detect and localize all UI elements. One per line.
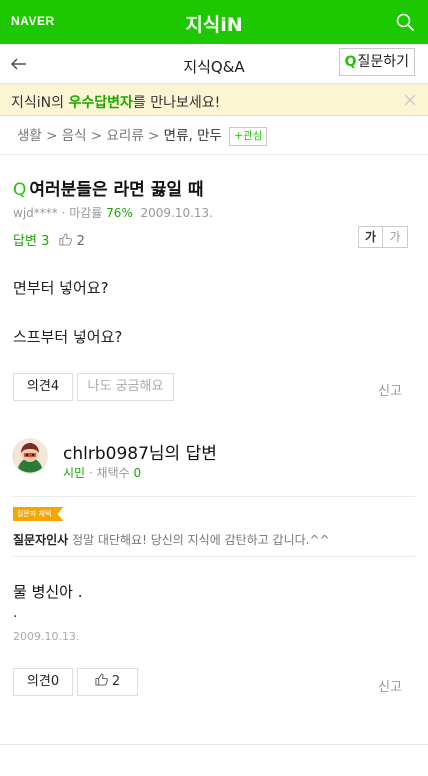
report-answer-link[interactable]: 신고: [378, 676, 402, 695]
question-meta: wjd**** · 마감률 76% 2009.10.13.: [13, 206, 214, 220]
question-author[interactable]: wjd****: [13, 206, 58, 220]
question-body-line: 면부터 넣어요?: [13, 279, 109, 297]
question-opinion-button[interactable]: 의견4: [13, 373, 73, 401]
follow-category-button[interactable]: +관심: [229, 127, 268, 146]
breadcrumb-item[interactable]: 생활: [17, 128, 42, 144]
breadcrumb-item[interactable]: 면류, 만두: [164, 128, 222, 144]
close-rate: 76%: [106, 206, 133, 220]
question-like[interactable]: 2: [59, 233, 85, 249]
ask-question-label: 질문하기: [357, 54, 409, 70]
font-large-button[interactable]: 가: [359, 227, 383, 247]
sub-header: 지식Q&A Q질문하기: [0, 44, 428, 84]
question-q-mark: Q: [13, 180, 27, 200]
app-title[interactable]: 지식iN: [0, 10, 428, 37]
font-size-toggle: 가 가: [358, 226, 408, 248]
me-too-curious-button[interactable]: 나도 궁금해요: [77, 373, 174, 401]
avatar[interactable]: [12, 438, 48, 474]
divider: [0, 744, 428, 745]
breadcrumb-item[interactable]: 음식: [62, 128, 87, 144]
answer-like-button[interactable]: 2: [77, 668, 138, 696]
question-date: 2009.10.13.: [140, 206, 214, 220]
ask-question-button[interactable]: Q질문하기: [338, 48, 415, 76]
answer-opinion-button[interactable]: 의견0: [13, 668, 73, 696]
answer-count[interactable]: 답변 3: [13, 234, 49, 249]
divider: [0, 154, 428, 155]
banner-highlight: 우수답변자: [68, 95, 133, 111]
divider: [13, 556, 415, 557]
close-icon[interactable]: [404, 94, 416, 106]
answer-body-dot: .: [13, 605, 18, 621]
user-avatar-icon: [12, 438, 48, 474]
top-answerer-banner[interactable]: 지식iN의 우수답변자를 만나보세요!: [0, 84, 428, 116]
q-icon: Q: [344, 54, 357, 70]
questioner-thanks: 질문자인사 정말 대단해요! 당신의 지식에 감탄하고 갑니다.^^: [13, 533, 330, 547]
top-bar: NAVER 지식iN: [0, 0, 428, 44]
question-title: Q 여러분들은 라면 끓일 때: [13, 180, 204, 200]
answer-body: 물 병신아 .: [13, 583, 83, 601]
question-body-line: 스프부터 넣어요?: [13, 328, 123, 346]
font-small-button[interactable]: 가: [383, 227, 407, 247]
breadcrumb-item[interactable]: 요리류: [107, 128, 144, 144]
answer-summary: 답변 3 2: [13, 230, 85, 249]
breadcrumb: 생활 > 음식 > 요리류 > 면류, 만두 +관심: [17, 124, 268, 146]
questioner-adopted-badge: 질문자 채택: [13, 507, 63, 521]
answer-date: 2009.10.13.: [13, 630, 80, 643]
search-icon[interactable]: [396, 13, 414, 31]
thumbs-up-icon: [95, 673, 108, 686]
answerer-rank: 시민 · 채택수 0: [63, 466, 142, 480]
answerer-name[interactable]: chlrb0987님의 답변: [63, 439, 217, 464]
banner-text: 지식iN의 우수답변자를 만나보세요!: [11, 95, 221, 111]
divider: [13, 496, 415, 497]
thumbs-up-icon: [59, 233, 73, 246]
report-question-link[interactable]: 신고: [378, 380, 402, 399]
